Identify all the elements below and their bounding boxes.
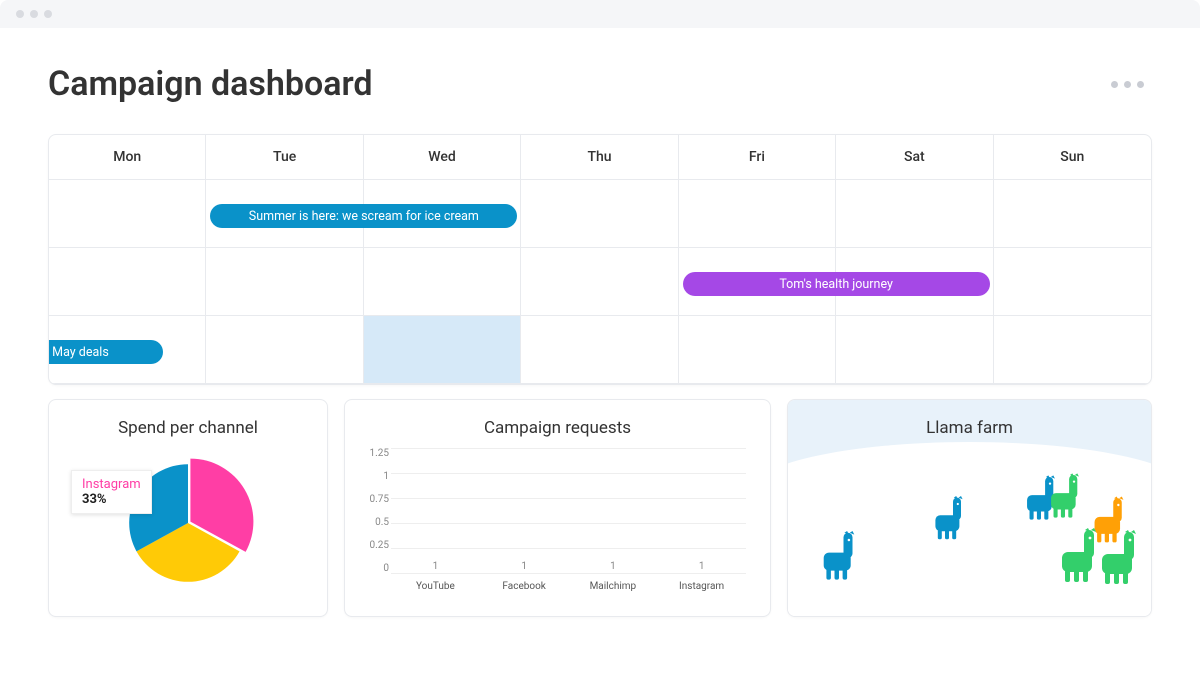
window-dot-icon (30, 10, 38, 18)
calendar-cell[interactable] (364, 248, 521, 316)
calendar-day-header: Sat (836, 135, 993, 180)
calendar-cell[interactable] (994, 248, 1151, 316)
x-tick-label: Mailchimp (574, 581, 652, 592)
bar-value-label: 1 (699, 561, 705, 572)
calendar-day-header: Sun (994, 135, 1151, 180)
card-title: Campaign requests (361, 418, 754, 438)
calendar-cell[interactable] (49, 180, 206, 248)
bar-chart[interactable]: 1.25 1 0.75 0.5 0.25 0 1 1 1 1 YouTube Facebook Ma… (361, 448, 754, 598)
calendar-cell[interactable] (994, 316, 1151, 384)
calendar-event[interactable]: May deals (48, 340, 163, 364)
bar-value-label: 1 (521, 561, 527, 572)
spend-per-channel-card: Spend per channel Instagram 33% (48, 399, 328, 617)
more-menu-button[interactable] (1111, 81, 1152, 88)
calendar-day-header: Tue (206, 135, 363, 180)
calendar-day-header: Thu (521, 135, 678, 180)
llama-icon[interactable] (1048, 473, 1082, 522)
pie-chart[interactable]: Instagram 33% (65, 448, 311, 598)
bar-value-label: 1 (433, 561, 439, 572)
calendar-cell[interactable] (679, 316, 836, 384)
card-title: Llama farm (788, 400, 1151, 438)
x-tick-label: Facebook (485, 581, 563, 592)
y-tick-label: 0.25 (361, 540, 389, 551)
calendar-event[interactable]: Tom's health journey (683, 272, 990, 296)
llama-icon[interactable] (1098, 530, 1140, 590)
calendar-cell[interactable] (364, 316, 521, 384)
calendar-event[interactable]: Summer is here: we scream for ice cream (210, 204, 517, 228)
window-dot-icon (16, 10, 24, 18)
page-title: Campaign dashboard (48, 64, 373, 104)
calendar-day-header: Mon (49, 135, 206, 180)
calendar-day-header: Wed (364, 135, 521, 180)
pie-tooltip: Instagram 33% (71, 470, 152, 514)
window-chrome (0, 0, 1200, 28)
campaign-requests-card: Campaign requests 1.2510.750.50.250 1111… (344, 399, 771, 617)
y-tick-label: 0.5 (361, 517, 389, 528)
bar-value-label: 1 (610, 561, 616, 572)
calendar-cell[interactable] (679, 180, 836, 248)
x-tick-label: YouTube (396, 581, 474, 592)
y-tick-label: 0.75 (361, 494, 389, 505)
calendar-cell[interactable] (206, 248, 363, 316)
y-tick-label: 1 (361, 471, 389, 482)
y-tick-label: 1.25 (361, 448, 389, 459)
pie-tooltip-value: 33% (82, 492, 141, 507)
calendar-widget: MonTueWedThuFriSatSun Summer is here: we… (48, 134, 1152, 385)
calendar-cell[interactable] (49, 248, 206, 316)
y-tick-label: 0 (361, 563, 389, 574)
calendar-cell[interactable] (521, 180, 678, 248)
calendar-cell[interactable] (521, 248, 678, 316)
x-tick-label: Instagram (663, 581, 741, 592)
pie-tooltip-label: Instagram (82, 477, 141, 492)
llama-icon[interactable] (932, 496, 966, 544)
calendar-cell[interactable] (836, 316, 993, 384)
llama-icon[interactable] (820, 531, 858, 585)
llama-farm-card: Llama farm (787, 399, 1152, 617)
calendar-cell[interactable] (521, 316, 678, 384)
calendar-cell[interactable] (206, 316, 363, 384)
calendar-day-header: Fri (679, 135, 836, 180)
calendar-cell[interactable] (836, 180, 993, 248)
card-title: Spend per channel (65, 418, 311, 438)
llama-icon[interactable] (1058, 528, 1100, 588)
calendar-cell[interactable] (994, 180, 1151, 248)
window-dot-icon (44, 10, 52, 18)
